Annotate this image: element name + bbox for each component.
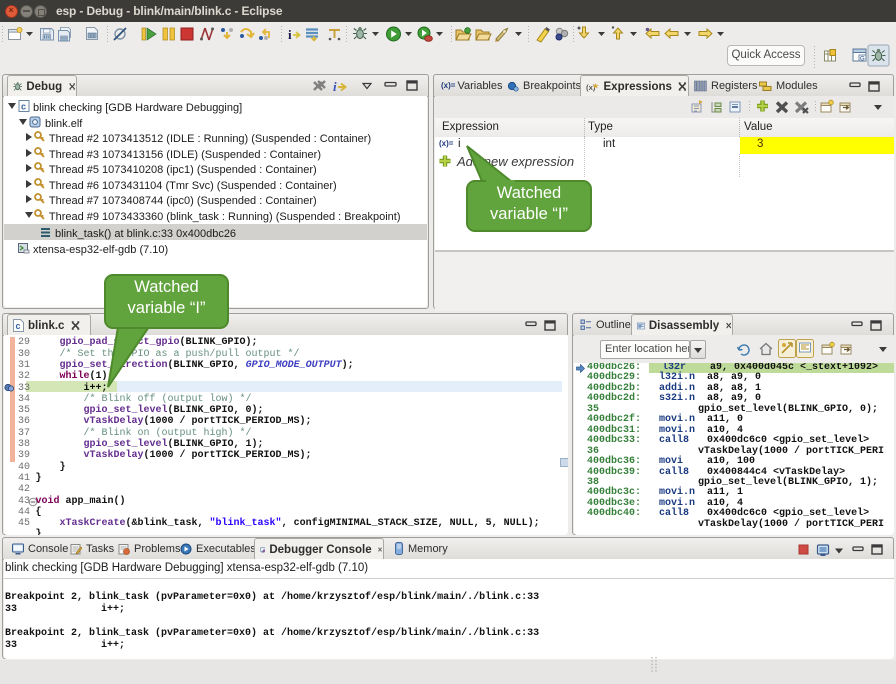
svg-text:G: G [860, 57, 865, 63]
svg-text:c: c [21, 102, 26, 112]
svg-text:i: i [333, 79, 337, 94]
svg-text:c: c [16, 321, 21, 331]
svg-text:i: i [288, 27, 292, 42]
